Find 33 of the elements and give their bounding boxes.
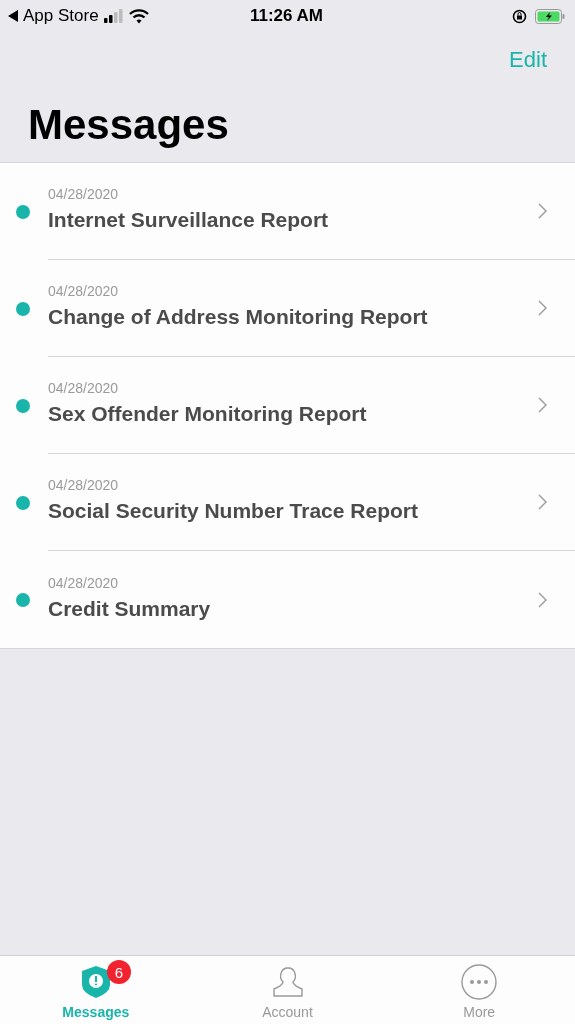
wifi-icon — [128, 8, 149, 24]
person-icon — [271, 966, 304, 998]
message-title: Change of Address Monitoring Report — [48, 305, 429, 329]
chevron-icon — [538, 591, 547, 608]
chevron-icon — [538, 300, 547, 316]
more-icon — [461, 964, 498, 1000]
message-row[interactable]: 04/28/2020 Social Security Number Trace Report — [0, 454, 575, 551]
count-badge: 6 — [106, 960, 131, 984]
signal-icon — [103, 9, 124, 23]
chevron-icon — [538, 203, 547, 219]
message-row[interactable]: 04/28/2020 Credit Summary — [0, 551, 575, 648]
message-row[interactable]: 04/28/2020 Internet Surveillance Report — [0, 163, 575, 260]
message-title: Internet Surveillance Report — [48, 208, 330, 232]
message-date: 04/28/2020 — [48, 477, 120, 493]
message-row[interactable]: 04/28/2020 Sex Offender Monitoring Report — [0, 357, 575, 454]
rotation-lock-icon — [512, 8, 527, 24]
back-arrow-icon[interactable] — [8, 10, 18, 22]
battery-icon — [535, 8, 565, 24]
message-title: Sex Offender Monitoring Report — [48, 402, 368, 426]
status-time: 11:26 AM — [249, 6, 324, 26]
message-title: Social Security Number Trace Report — [48, 499, 419, 523]
back-label[interactable]: App Store — [23, 6, 99, 26]
shield-alert-icon — [80, 965, 111, 999]
message-date: 04/28/2020 — [48, 283, 120, 299]
tab[interactable]: 6 Messages — [0, 956, 192, 1024]
message-date: 04/28/2020 — [48, 380, 120, 396]
chevron-icon — [538, 397, 547, 413]
message-date: 04/28/2020 — [48, 186, 120, 202]
page-title: Messages — [27, 100, 230, 150]
chevron-icon — [538, 494, 547, 510]
message-title: Credit Summary — [48, 596, 212, 621]
message-date: 04/28/2020 — [48, 574, 120, 591]
message-row[interactable]: 04/28/2020 Change of Address Monitoring Report — [0, 260, 575, 357]
